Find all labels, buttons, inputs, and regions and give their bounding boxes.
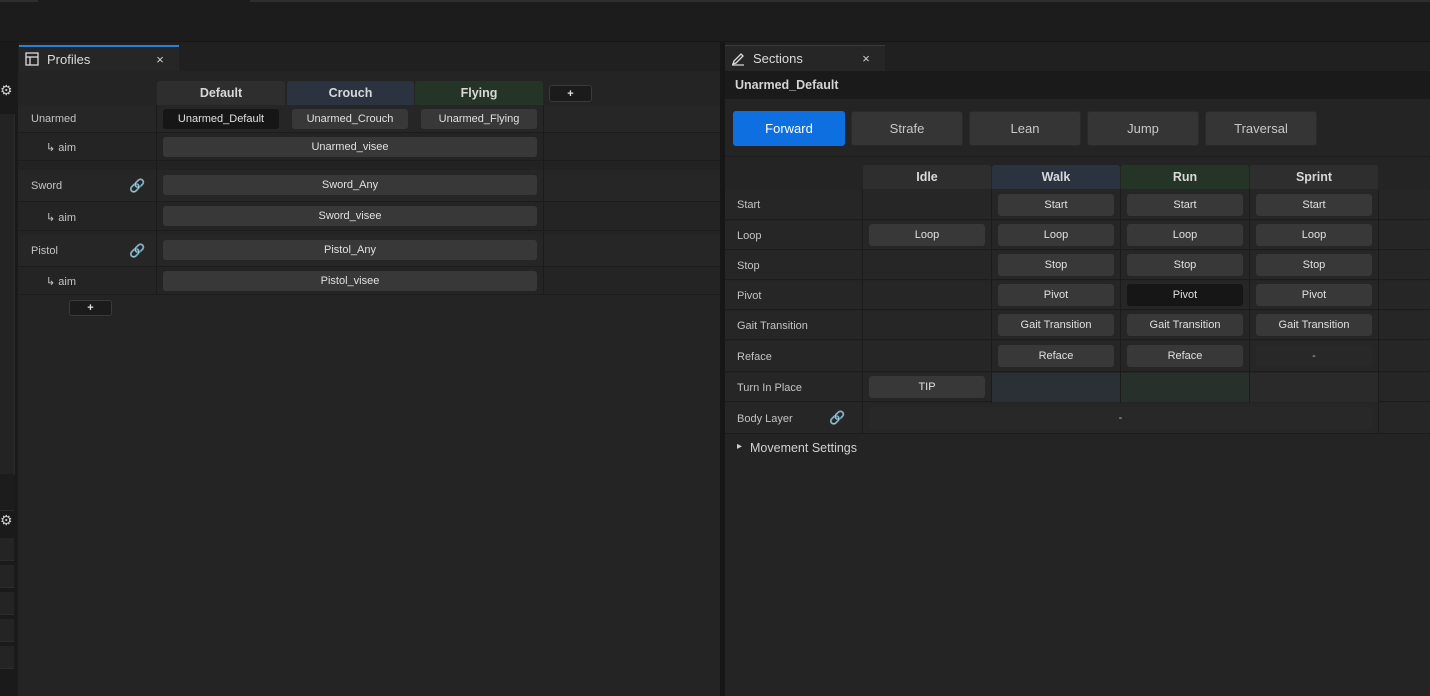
add-column-button[interactable]: + <box>549 85 592 102</box>
row-label-stop: Stop <box>737 259 760 272</box>
cell-sprint-gait-transition[interactable]: Gait Transition <box>1256 314 1372 336</box>
column-divider <box>543 105 544 295</box>
column-header-walk: Walk <box>992 165 1120 189</box>
body-layer-value[interactable]: - <box>869 407 1372 429</box>
movement-settings-label[interactable]: Movement Settings <box>750 435 857 461</box>
cell-run-pivot[interactable]: Pivot <box>1127 284 1243 306</box>
column-divider <box>862 190 863 434</box>
row-label-aim: ↳ aim <box>46 276 76 288</box>
side-row[interactable] <box>0 619 14 642</box>
row-label-gait-transition: Gait Transition <box>737 319 808 332</box>
cell-sprint-stop[interactable]: Stop <box>1256 254 1372 276</box>
expand-arrow-icon[interactable]: ▸ <box>737 441 742 452</box>
nav-traversal[interactable]: Traversal <box>1205 111 1317 146</box>
side-list <box>0 114 15 475</box>
cell-walk-loop[interactable]: Loop <box>998 224 1114 246</box>
cell-sprint-start[interactable]: Start <box>1256 194 1372 216</box>
add-row-button[interactable]: + <box>69 300 112 316</box>
cell-walk-reface[interactable]: Reface <box>998 345 1114 367</box>
tab-profiles[interactable]: Profiles × <box>19 45 179 71</box>
section-title: Unarmed_Default <box>735 78 839 92</box>
nav-lean[interactable]: Lean <box>969 111 1081 146</box>
profile-cell-unarmed-aim[interactable]: Unarmed_visee <box>163 137 537 157</box>
left-side-panel: ⚙ ⚙ <box>0 42 18 696</box>
cell-run-loop[interactable]: Loop <box>1127 224 1243 246</box>
row-label-aim: ↳ aim <box>46 211 76 224</box>
cell-sprint-reface[interactable]: - <box>1256 345 1372 367</box>
row-label-loop: Loop <box>737 229 762 242</box>
column-divider <box>1249 190 1250 403</box>
row-label-start: Start <box>737 199 761 211</box>
link-icon[interactable]: 🔗 <box>829 410 845 426</box>
profile-cell-sword-aim[interactable]: Sword_visee <box>163 206 537 226</box>
column-header-flying: Flying <box>415 81 543 105</box>
nav-jump[interactable]: Jump <box>1087 111 1199 146</box>
tab-label: Profiles <box>47 51 91 67</box>
row-label-aim: ↳ aim <box>46 142 76 154</box>
top-toolbar <box>0 0 1430 42</box>
row-label-pistol: Pistol <box>31 245 58 257</box>
column-divider <box>1120 190 1121 403</box>
cell-run-gait-transition[interactable]: Gait Transition <box>1127 314 1243 336</box>
panel-icon <box>25 52 39 66</box>
link-icon[interactable]: 🔗 <box>129 243 145 259</box>
cell-idle-loop[interactable]: Loop <box>869 224 985 246</box>
side-row[interactable] <box>0 592 14 615</box>
row-label-turn-in-place: Turn In Place <box>737 381 803 394</box>
cell-idle-tip[interactable]: TIP <box>869 376 985 398</box>
row-label-sword: Sword <box>31 180 63 192</box>
cell-run-tip-empty[interactable] <box>1121 373 1249 402</box>
cell-walk-start[interactable]: Start <box>998 194 1114 216</box>
column-divider <box>1378 190 1379 434</box>
profile-cell-pistol[interactable]: Pistol_Any <box>163 240 537 260</box>
profile-cell-pistol-aim[interactable]: Pistol_visee <box>163 271 537 291</box>
side-row[interactable] <box>0 646 14 669</box>
profile-cell-unarmed-default[interactable]: Unarmed_Default <box>163 109 279 129</box>
toolbar-segment <box>250 0 1430 2</box>
cell-run-start[interactable]: Start <box>1127 194 1243 216</box>
column-header-default: Default <box>157 81 285 105</box>
close-icon[interactable]: × <box>859 51 873 66</box>
tab-label: Sections <box>753 51 803 66</box>
side-row[interactable] <box>0 565 14 588</box>
column-header-run: Run <box>1121 165 1249 189</box>
profile-cell-unarmed-flying[interactable]: Unarmed_Flying <box>421 109 537 129</box>
row-label-reface: Reface <box>737 350 772 363</box>
cell-run-reface[interactable]: Reface <box>1127 345 1243 367</box>
column-divider <box>991 190 992 403</box>
cell-walk-stop[interactable]: Stop <box>998 254 1114 276</box>
cell-walk-tip-empty[interactable] <box>992 373 1120 402</box>
row-label-body-layer: Body Layer <box>737 412 793 425</box>
cell-sprint-pivot[interactable]: Pivot <box>1256 284 1372 306</box>
profile-cell-unarmed-crouch[interactable]: Unarmed_Crouch <box>292 109 408 129</box>
pencil-icon <box>731 52 745 66</box>
nav-strafe[interactable]: Strafe <box>851 111 963 146</box>
column-header-crouch: Crouch <box>287 81 414 105</box>
gear-icon[interactable]: ⚙ <box>0 82 13 99</box>
column-header-idle: Idle <box>863 165 991 189</box>
link-icon[interactable]: 🔗 <box>129 178 145 194</box>
column-header-sprint: Sprint <box>1250 165 1378 189</box>
cell-run-stop[interactable]: Stop <box>1127 254 1243 276</box>
cell-sprint-loop[interactable]: Loop <box>1256 224 1372 246</box>
profile-cell-sword[interactable]: Sword_Any <box>163 175 537 195</box>
cell-sprint-tip-empty[interactable] <box>1250 373 1378 402</box>
side-row[interactable] <box>0 538 14 561</box>
divider <box>725 156 1430 157</box>
group-separator <box>18 162 720 170</box>
gear-icon[interactable]: ⚙ <box>0 512 13 529</box>
cell-walk-pivot[interactable]: Pivot <box>998 284 1114 306</box>
close-icon[interactable]: × <box>153 52 167 67</box>
cell-walk-gait-transition[interactable]: Gait Transition <box>998 314 1114 336</box>
toolbar-segment <box>0 0 38 2</box>
side-divider <box>0 474 14 511</box>
row-label-unarmed: Unarmed <box>31 113 77 125</box>
tab-sections[interactable]: Sections × <box>725 45 885 71</box>
column-divider <box>156 105 157 295</box>
row-label-pivot: Pivot <box>737 289 762 302</box>
nav-forward[interactable]: Forward <box>733 111 845 146</box>
